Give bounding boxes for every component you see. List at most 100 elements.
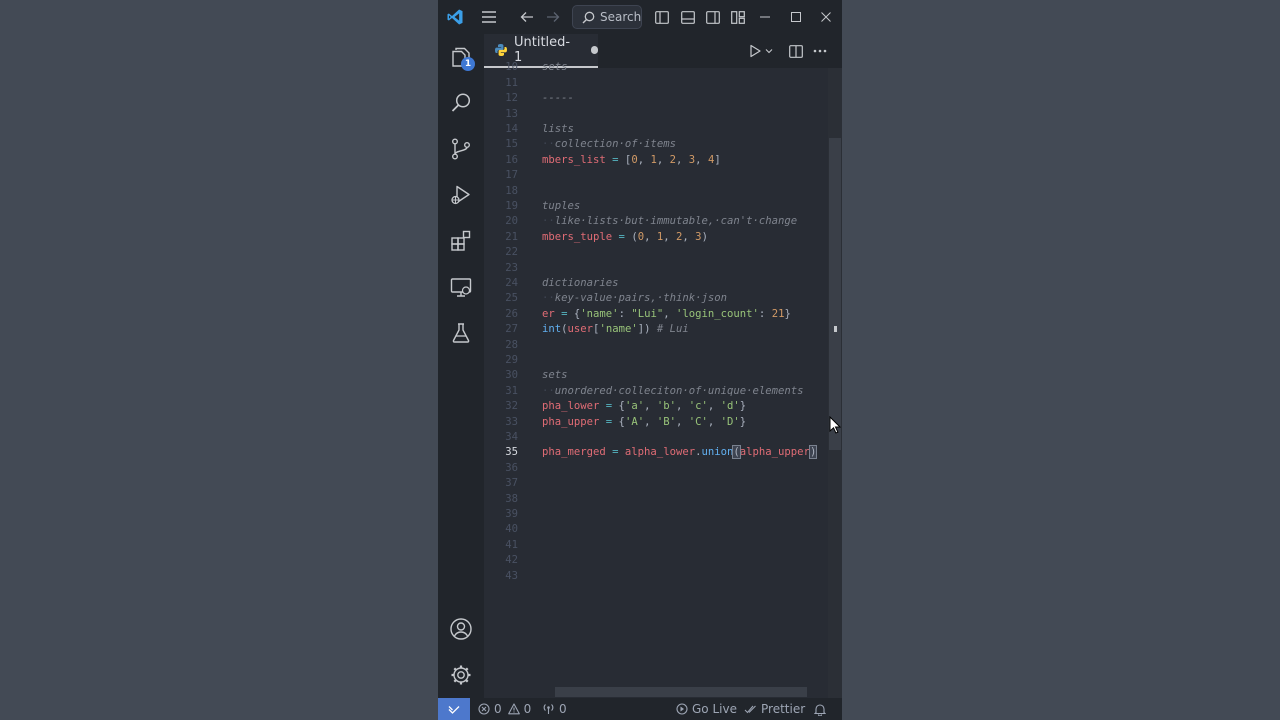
code-text[interactable]: dictionaries — [542, 276, 619, 291]
code-token: , — [707, 400, 721, 413]
code-token: key-value·pairs,·think·json — [554, 292, 727, 305]
code-line[interactable]: 33 pha_upper = {'A', 'B', 'C', 'D'} — [484, 415, 842, 430]
code-token: = — [554, 307, 574, 320]
code-text[interactable]: ··collection·of·items — [542, 137, 676, 152]
code-text[interactable]: tuples — [542, 199, 580, 214]
prettier-status[interactable]: Prettier — [744, 698, 805, 720]
code-text[interactable]: sets — [542, 60, 568, 75]
code-text[interactable]: pha_lower = {'a', 'b', 'c', 'd'} — [542, 399, 746, 414]
code-line[interactable]: 41 — [484, 538, 842, 553]
ports-status[interactable]: 0 — [542, 698, 567, 720]
code-line[interactable]: 22 — [484, 245, 842, 260]
toggle-primary-sidebar-icon[interactable] — [652, 8, 672, 26]
remote-indicator[interactable] — [438, 698, 470, 720]
code-line[interactable]: 27 int(user['name']) # Lui — [484, 322, 842, 337]
code-line[interactable]: 40 — [484, 522, 842, 537]
code-token: , — [682, 230, 696, 243]
code-line[interactable]: 31 ··unordered·colleciton·of·unique·eleme… — [484, 384, 842, 399]
maximize-icon[interactable] — [785, 6, 807, 28]
horizontal-scrollbar[interactable] — [555, 687, 807, 697]
toggle-secondary-sidebar-icon[interactable] — [703, 8, 723, 26]
code-line[interactable]: 29 — [484, 353, 842, 368]
code-line[interactable]: 14 lists — [484, 122, 842, 137]
code-editor[interactable]: 10 sets 11 12 ----- 13 14 lists 15 ··collection·o… — [484, 61, 842, 698]
code-text[interactable]: ··key-value·pairs,·think·json — [542, 291, 727, 306]
code-line[interactable]: 16 mbers_list = [0, 1, 2, 3, 4] — [484, 153, 842, 168]
code-text[interactable]: mbers_list = [0, 1, 2, 3, 4] — [542, 153, 721, 168]
code-line[interactable]: 15 ··collection·of·items — [484, 137, 842, 152]
code-token: , — [676, 153, 689, 166]
code-line[interactable]: 36 — [484, 461, 842, 476]
close-icon[interactable] — [815, 6, 837, 28]
code-text[interactable]: mbers_tuple = (0, 1, 2, 3) — [542, 230, 708, 245]
back-arrow-icon[interactable] — [516, 6, 538, 28]
code-text[interactable]: sets — [542, 368, 568, 383]
code-line[interactable]: 11 — [484, 76, 842, 91]
code-text[interactable]: ----- — [542, 91, 574, 106]
code-text[interactable]: ··unordered·colleciton·of·unique·element… — [542, 384, 804, 399]
code-line[interactable]: 24 dictionaries — [484, 276, 842, 291]
code-line[interactable]: 26 er = {'name': "Lui", 'login_count': 21… — [484, 307, 842, 322]
testing-flask-icon[interactable] — [438, 310, 484, 356]
go-live-button[interactable]: Go Live — [676, 698, 737, 720]
accounts-icon[interactable] — [438, 606, 484, 652]
code-text[interactable]: er = {'name': "Lui", 'login_count': 21} — [542, 307, 791, 322]
notifications-bell-icon[interactable] — [814, 698, 826, 720]
customize-layout-icon[interactable] — [728, 8, 748, 26]
go-live-label: Go Live — [692, 702, 737, 716]
unsaved-dot-icon[interactable] — [590, 46, 598, 54]
code-line[interactable]: 19 tuples — [484, 199, 842, 214]
line-number: 19 — [505, 200, 518, 212]
code-text[interactable]: int(user['name']) # Lui — [542, 322, 689, 337]
code-line[interactable]: 37 — [484, 476, 842, 491]
code-text[interactable]: lists — [542, 122, 574, 137]
vertical-scrollbar[interactable] — [829, 138, 841, 450]
split-editor-icon[interactable] — [786, 42, 806, 60]
code-token: sets — [542, 61, 568, 74]
run-python-file-icon[interactable] — [747, 42, 777, 60]
source-control-icon[interactable] — [438, 126, 484, 172]
code-line[interactable]: 18 — [484, 184, 842, 199]
code-token: ·· — [542, 138, 555, 151]
line-number: 37 — [505, 477, 518, 490]
search-icon[interactable] — [438, 80, 484, 126]
extensions-icon[interactable] — [438, 218, 484, 264]
line-number: 10 — [505, 61, 518, 74]
forward-arrow-icon[interactable] — [542, 6, 564, 28]
more-actions-icon[interactable] — [810, 42, 830, 60]
code-token: ]) — [637, 323, 651, 336]
code-line[interactable]: 28 — [484, 338, 842, 353]
code-line[interactable]: 43 — [484, 569, 842, 584]
code-line[interactable]: 13 — [484, 107, 842, 122]
line-number: 32 — [505, 400, 518, 413]
code-token: alpha_lower — [624, 446, 696, 459]
settings-gear-icon[interactable] — [438, 652, 484, 698]
code-token: 'C' — [688, 415, 708, 428]
code-line[interactable]: 38 — [484, 492, 842, 507]
toggle-panel-icon[interactable] — [678, 8, 698, 26]
code-text[interactable]: pha_upper = {'A', 'B', 'C', 'D'} — [542, 415, 746, 430]
problems-status[interactable]: 0 0 — [478, 698, 531, 720]
code-line[interactable]: 10 sets — [484, 60, 842, 75]
remote-explorer-icon[interactable] — [438, 264, 484, 310]
code-line[interactable]: 34 — [484, 430, 842, 445]
code-line[interactable]: 20 ··like·lists·but·immutable,·can't·chan… — [484, 214, 842, 229]
code-line[interactable]: 12 ----- — [484, 91, 842, 106]
code-line[interactable]: 23 — [484, 261, 842, 276]
code-line[interactable]: 30 sets — [484, 368, 842, 383]
code-line[interactable]: 42 — [484, 553, 842, 568]
command-center-search[interactable]: Search — [572, 5, 642, 29]
code-line[interactable]: 17 — [484, 168, 842, 183]
warning-count: 0 — [523, 702, 532, 716]
explorer-icon[interactable]: 1 — [438, 34, 484, 80]
minimize-icon[interactable] — [754, 6, 776, 28]
code-line[interactable]: 35 pha_merged = alpha_lower.union(alpha_u… — [484, 445, 842, 460]
code-line[interactable]: 25 ··key-value·pairs,·think·json — [484, 291, 842, 306]
code-text[interactable]: pha_merged = alpha_lower.union(alpha_upp… — [542, 445, 818, 460]
run-debug-icon[interactable] — [438, 172, 484, 218]
code-line[interactable]: 21 mbers_tuple = (0, 1, 2, 3) — [484, 230, 842, 245]
code-line[interactable]: 32 pha_lower = {'a', 'b', 'c', 'd'} — [484, 399, 842, 414]
code-text[interactable]: ··like·lists·but·immutable,·can't·change — [542, 214, 797, 229]
code-line[interactable]: 39 — [484, 507, 842, 522]
menu-hamburger-icon[interactable] — [478, 6, 500, 28]
